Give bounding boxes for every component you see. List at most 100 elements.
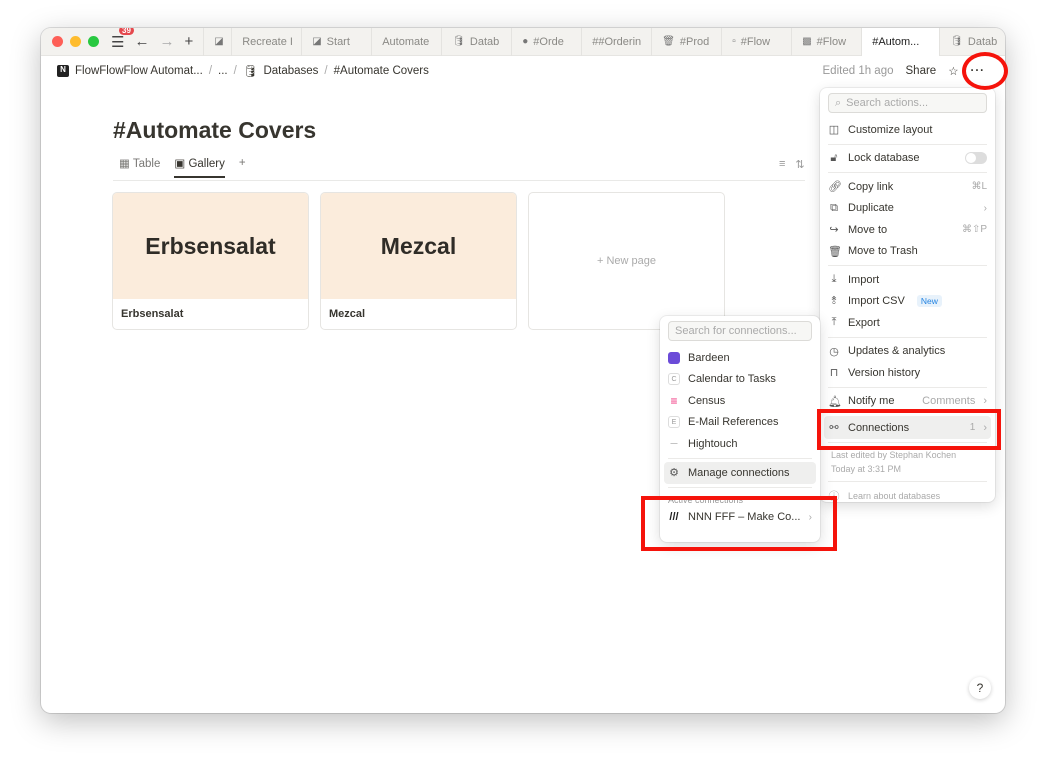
add-view-button[interactable]: +: [239, 157, 246, 169]
page-icon: ▫: [732, 36, 736, 47]
browser-tab[interactable]: ◪ Start: [301, 28, 371, 56]
card-title: Mezcal: [329, 308, 366, 320]
new-badge: New: [916, 295, 942, 308]
browser-tab[interactable]: 🗑︎ #Prod: [651, 28, 721, 56]
annotation-box-active-connection: [641, 496, 837, 551]
new-tab-icon[interactable]: +: [184, 33, 193, 50]
menu-item-updates[interactable]: ◷ Updates & analytics: [820, 341, 995, 363]
search-icon: ⌕: [835, 96, 842, 109]
move-icon: ↪: [829, 224, 839, 237]
card-cover: Erbsensalat: [113, 193, 308, 299]
browser-tab[interactable]: ▫ #Flow: [721, 28, 791, 56]
sidebar-menu-icon[interactable]: ☰: [111, 33, 124, 51]
gallery-card[interactable]: Mezcal Mezcal: [320, 192, 517, 330]
trash-icon: 🗑︎: [828, 245, 842, 258]
sort-icon[interactable]: ⇅: [795, 158, 804, 171]
connection-item[interactable]: C Calendar to Tasks: [660, 369, 820, 391]
tab-label: Datab: [469, 35, 500, 48]
annotation-circle: [962, 52, 1008, 90]
browser-tab[interactable]: ◪: [203, 28, 231, 56]
card-cover: Mezcal: [321, 193, 516, 299]
browser-tab[interactable]: ▩ #Flow: [791, 28, 861, 56]
tab-label: Recreate I: [242, 35, 293, 48]
menu-item-duplicate[interactable]: ⧉ Duplicate ›: [820, 198, 995, 220]
tab-label: ##Orderin: [592, 35, 642, 48]
lock-toggle[interactable]: [965, 152, 987, 165]
menu-item-import[interactable]: ⤓ Import: [820, 269, 995, 291]
tab-label: #Autom...: [872, 35, 920, 48]
search-connections-input[interactable]: Search for connections...: [668, 321, 812, 341]
breadcrumb-workspace[interactable]: FlowFlowFlow Automat...: [75, 65, 203, 77]
back-icon[interactable]: ←: [134, 33, 149, 50]
calendar-to-tasks-icon: C: [668, 373, 680, 386]
tab-label: #Prod: [679, 35, 710, 48]
database-icon: 🛢: [950, 36, 963, 47]
new-page-label: + New page: [596, 255, 656, 267]
menu-item-move-to[interactable]: ↪ Move to ⌘⇧P: [820, 219, 995, 241]
layout-icon: ◫: [828, 124, 840, 137]
lock-icon: 🔓︎: [830, 151, 838, 164]
manage-connections-button[interactable]: ⚙ Manage connections: [664, 461, 816, 484]
notion-icon: ◪: [312, 36, 322, 47]
census-icon: ≡: [670, 393, 678, 408]
menu-item-copy-link[interactable]: 🔗︎ Copy link ⌘L: [820, 176, 995, 198]
minimize-window-button[interactable]: [70, 36, 81, 47]
forward-icon[interactable]: →: [159, 33, 174, 50]
apple-icon: ●: [522, 36, 529, 47]
card-title: Erbsensalat: [121, 308, 184, 320]
close-window-button[interactable]: [52, 36, 63, 47]
edited-status: Edited 1h ago: [822, 65, 894, 77]
tab-gallery[interactable]: ▣ Gallery: [174, 156, 225, 178]
tab-label: #Orde: [533, 35, 564, 48]
connection-item[interactable]: Bardeen: [660, 347, 820, 369]
browser-tab[interactable]: Recreate I: [231, 28, 301, 56]
breadcrumb-ellipsis[interactable]: ...: [218, 65, 228, 77]
database-icon: 🛢: [242, 66, 258, 78]
browser-tab[interactable]: #Autom...: [861, 28, 940, 56]
zoom-window-button[interactable]: [88, 36, 99, 47]
help-button[interactable]: ?: [969, 677, 991, 699]
notion-icon: N: [57, 65, 69, 77]
menu-item-customize-layout[interactable]: ◫ Customize layout: [820, 119, 995, 141]
tab-label: Start: [326, 35, 350, 48]
connection-item[interactable]: ≡ Census: [660, 390, 820, 412]
duplicate-icon: ⧉: [830, 201, 838, 214]
gallery-card[interactable]: Erbsensalat Erbsensalat: [112, 192, 309, 330]
hightouch-icon: —: [670, 440, 678, 448]
menu-item-version-history[interactable]: ⊓ Version history: [820, 362, 995, 384]
browser-tab[interactable]: ● #Orde: [511, 28, 581, 56]
history-icon: ⊓: [829, 367, 839, 380]
last-edited: Last edited by Stephan Kochen Today at 3:…: [831, 450, 957, 474]
breadcrumb-databases[interactable]: Databases: [263, 65, 318, 77]
tab-label: Automate: [382, 35, 430, 48]
notification-badge: 39: [119, 28, 134, 35]
tab-label: Datab: [967, 35, 998, 48]
search-actions-input[interactable]: ⌕ Search actions...: [828, 93, 987, 113]
browser-tab[interactable]: ##Orderin: [581, 28, 651, 56]
breadcrumb-page[interactable]: #Automate Covers: [334, 65, 429, 77]
menu-item-move-to-trash[interactable]: 🗑︎ Move to Trash: [820, 241, 995, 263]
menu-item-lock-database[interactable]: 🔓︎ Lock database: [820, 148, 995, 170]
chevron-right-icon: ›: [983, 202, 987, 214]
browser-tab[interactable]: 🛢 Datab: [441, 28, 511, 56]
import-csv-icon: ⥉: [831, 294, 837, 307]
breadcrumb: N FlowFlowFlow Automat... / ... / 🛢 Databa…: [57, 64, 429, 78]
export-icon: ⤒: [831, 316, 837, 329]
menu-item-export[interactable]: ⤒ Export: [820, 312, 995, 334]
star-icon[interactable]: ☆: [948, 64, 958, 78]
gallery-icon: ▣: [174, 158, 186, 170]
page-title: #Automate Covers: [113, 117, 317, 143]
browser-tab[interactable]: 🛢 Datab: [939, 28, 1005, 56]
share-button[interactable]: Share: [906, 65, 937, 77]
menu-item-import-csv[interactable]: ⥉ Import CSV New: [820, 291, 995, 313]
new-page-card[interactable]: + New page: [528, 192, 725, 330]
connection-item[interactable]: — Hightouch: [660, 433, 820, 455]
trash-icon: 🗑︎: [662, 36, 675, 47]
browser-tab[interactable]: Automate: [371, 28, 441, 56]
connection-item[interactable]: E E-Mail References: [660, 412, 820, 434]
tab-table[interactable]: ▦ Table: [119, 156, 160, 170]
clock-icon: ◷: [829, 345, 839, 358]
learn-link[interactable]: ⓘ Learn about databases: [820, 485, 995, 507]
filter-icon[interactable]: ≡: [779, 158, 785, 171]
table-icon: ▦: [119, 158, 130, 170]
